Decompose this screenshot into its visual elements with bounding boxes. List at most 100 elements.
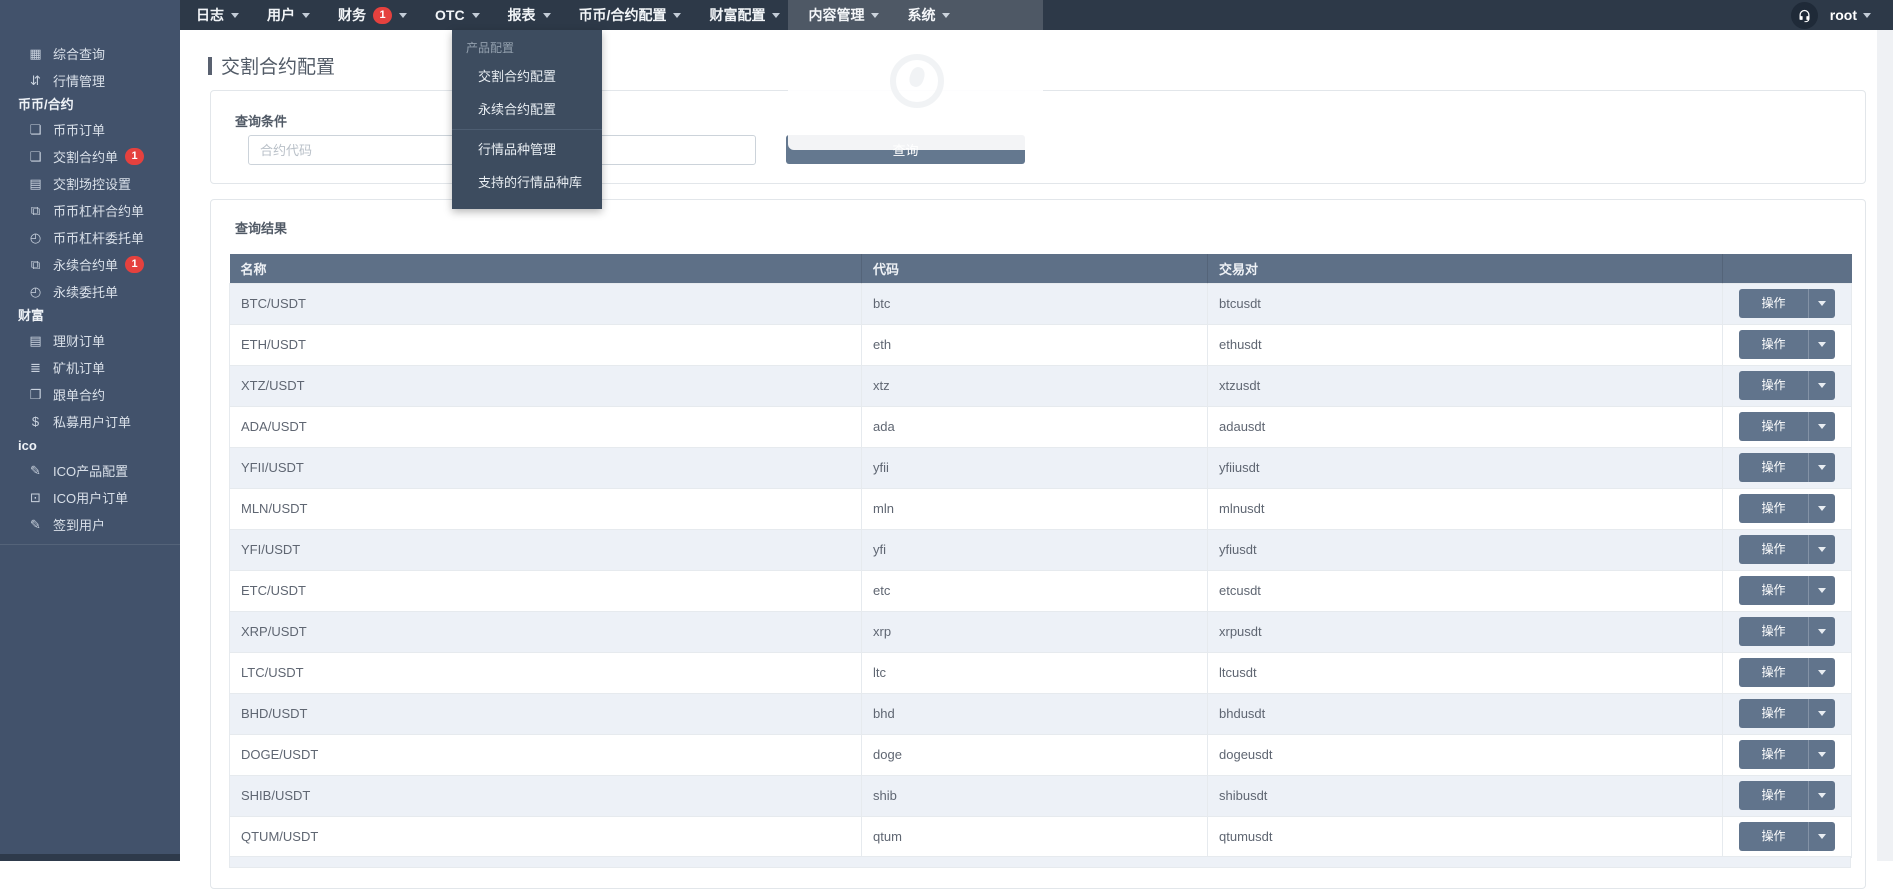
chevron-down-icon <box>1818 547 1826 552</box>
chevron-down-icon <box>1818 465 1826 470</box>
action-split-button: 操作 <box>1739 371 1835 400</box>
code-cell: xtz <box>862 365 1208 406</box>
monitor-icon: ⊡ <box>27 490 44 506</box>
name-cell: QTUM/USDT <box>230 816 862 857</box>
sidebar-item[interactable]: ✎签到用户 <box>0 511 180 538</box>
nav-item-label: 财富配置 <box>709 5 765 25</box>
row-action-button[interactable]: 操作 <box>1739 453 1809 482</box>
market-chart-icon: ⇵ <box>27 73 44 89</box>
sidebar-item[interactable]: ≣矿机订单 <box>0 354 180 381</box>
pair-cell: btcusdt <box>1208 283 1723 324</box>
sidebar-item[interactable]: ⧉永续合约单1 <box>0 251 180 278</box>
row-action-button[interactable]: 操作 <box>1739 822 1809 851</box>
chevron-down-icon <box>1863 13 1871 18</box>
table-row: ADA/USDTadaadausdt操作 <box>230 406 1852 447</box>
row-action-caret-button[interactable] <box>1809 658 1835 687</box>
chevron-down-icon <box>772 13 780 18</box>
results-panel-title: 查询结果 <box>235 218 287 237</box>
sidebar-item-label: 永续合约单 <box>53 255 118 274</box>
name-cell: BHD/USDT <box>230 693 862 734</box>
row-action-button[interactable]: 操作 <box>1739 412 1809 441</box>
row-action-button[interactable]: 操作 <box>1739 658 1809 687</box>
row-action-button[interactable]: 操作 <box>1739 740 1809 769</box>
chevron-down-icon <box>472 13 480 18</box>
row-action-caret-button[interactable] <box>1809 740 1835 769</box>
row-action-caret-button[interactable] <box>1809 781 1835 810</box>
grid-icon: ▦ <box>27 46 44 62</box>
nav-item[interactable]: 报表 <box>494 0 565 30</box>
action-split-button: 操作 <box>1739 412 1835 441</box>
pair-cell: etcusdt <box>1208 570 1723 611</box>
name-cell: SHIB/USDT <box>230 775 862 816</box>
support-button[interactable] <box>1791 2 1818 29</box>
row-action-caret-button[interactable] <box>1809 617 1835 646</box>
row-action-button[interactable]: 操作 <box>1739 576 1809 605</box>
row-action-caret-button[interactable] <box>1809 330 1835 359</box>
dropdown-item[interactable]: 支持的行情品种库 <box>452 166 602 199</box>
dropdown-item[interactable]: 交割合约配置 <box>452 60 602 93</box>
row-action-caret-button[interactable] <box>1809 494 1835 523</box>
row-action-button[interactable]: 操作 <box>1739 699 1809 728</box>
loading-overlay-navbar-wash <box>788 0 1043 30</box>
sidebar-item[interactable]: ▤理财订单 <box>0 327 180 354</box>
sidebar-item[interactable]: ❐跟单合约 <box>0 381 180 408</box>
results-table: 名称代码交易对 BTC/USDTbtcbtcusdt操作ETH/USDTethe… <box>229 254 1852 858</box>
name-cell: XRP/USDT <box>230 611 862 652</box>
chevron-down-icon <box>1818 506 1826 511</box>
row-action-caret-button[interactable] <box>1809 371 1835 400</box>
sidebar-item[interactable]: ◴永续委托单 <box>0 278 180 305</box>
sidebar-item[interactable]: ▤交割场控设置 <box>0 170 180 197</box>
row-action-caret-button[interactable] <box>1809 822 1835 851</box>
sidebar-item[interactable]: ✎ICO产品配置 <box>0 457 180 484</box>
sidebar-item[interactable]: ❏币币订单 <box>0 116 180 143</box>
sidebar-item[interactable]: ▦综合查询 <box>0 40 180 67</box>
row-action-caret-button[interactable] <box>1809 289 1835 318</box>
sidebar-item[interactable]: ⧉币币杠杆合约单 <box>0 197 180 224</box>
dropdown-item[interactable]: 行情品种管理 <box>452 133 602 166</box>
pair-cell: yfiusdt <box>1208 529 1723 570</box>
row-action-caret-button[interactable] <box>1809 535 1835 564</box>
row-action-caret-button[interactable] <box>1809 453 1835 482</box>
row-action-caret-button[interactable] <box>1809 699 1835 728</box>
nav-item[interactable]: 日志 <box>182 0 253 30</box>
nav-item[interactable]: OTC <box>421 0 494 30</box>
sidebar-item[interactable]: ❏交割合约单1 <box>0 143 180 170</box>
row-action-caret-button[interactable] <box>1809 412 1835 441</box>
nav-item[interactable]: 币币/合约配置 <box>565 0 696 30</box>
sidebar-item[interactable]: $私募用户订单 <box>0 408 180 435</box>
table-header-row: 名称代码交易对 <box>230 254 1852 283</box>
pair-cell: dogeusdt <box>1208 734 1723 775</box>
action-cell: 操作 <box>1723 406 1852 447</box>
name-cell: XTZ/USDT <box>230 365 862 406</box>
row-action-caret-button[interactable] <box>1809 576 1835 605</box>
row-action-button[interactable]: 操作 <box>1739 330 1809 359</box>
sidebar-item[interactable]: ◴币币杠杆委托单 <box>0 224 180 251</box>
username: root <box>1830 7 1857 23</box>
nav-item[interactable]: 用户 <box>253 0 324 30</box>
loading-spinner-icon <box>890 54 944 108</box>
action-cell: 操作 <box>1723 365 1852 406</box>
edit-square-icon: ✎ <box>27 517 44 533</box>
sidebar-item[interactable]: ⇵行情管理 <box>0 67 180 94</box>
row-action-button[interactable]: 操作 <box>1739 535 1809 564</box>
document-clock-icon: ◴ <box>27 284 44 300</box>
pair-cell: adausdt <box>1208 406 1723 447</box>
dropdown-divider <box>452 129 602 130</box>
nav-item[interactable]: 财富配置 <box>695 0 794 30</box>
user-menu[interactable]: root <box>1830 7 1871 23</box>
row-action-button[interactable]: 操作 <box>1739 781 1809 810</box>
sidebar-item[interactable]: ⊡ICO用户订单 <box>0 484 180 511</box>
nav-item[interactable]: 财务1 <box>324 0 421 30</box>
action-split-button: 操作 <box>1739 781 1835 810</box>
row-action-button[interactable]: 操作 <box>1739 617 1809 646</box>
chevron-down-icon <box>1818 383 1826 388</box>
row-action-button[interactable]: 操作 <box>1739 494 1809 523</box>
action-split-button: 操作 <box>1739 822 1835 851</box>
row-action-button[interactable]: 操作 <box>1739 371 1809 400</box>
page-right-gutter <box>1877 30 1893 861</box>
action-cell: 操作 <box>1723 570 1852 611</box>
headset-icon <box>1797 8 1812 23</box>
row-action-button[interactable]: 操作 <box>1739 289 1809 318</box>
dropdown-item[interactable]: 永续合约配置 <box>452 93 602 126</box>
chevron-down-icon <box>1818 711 1826 716</box>
